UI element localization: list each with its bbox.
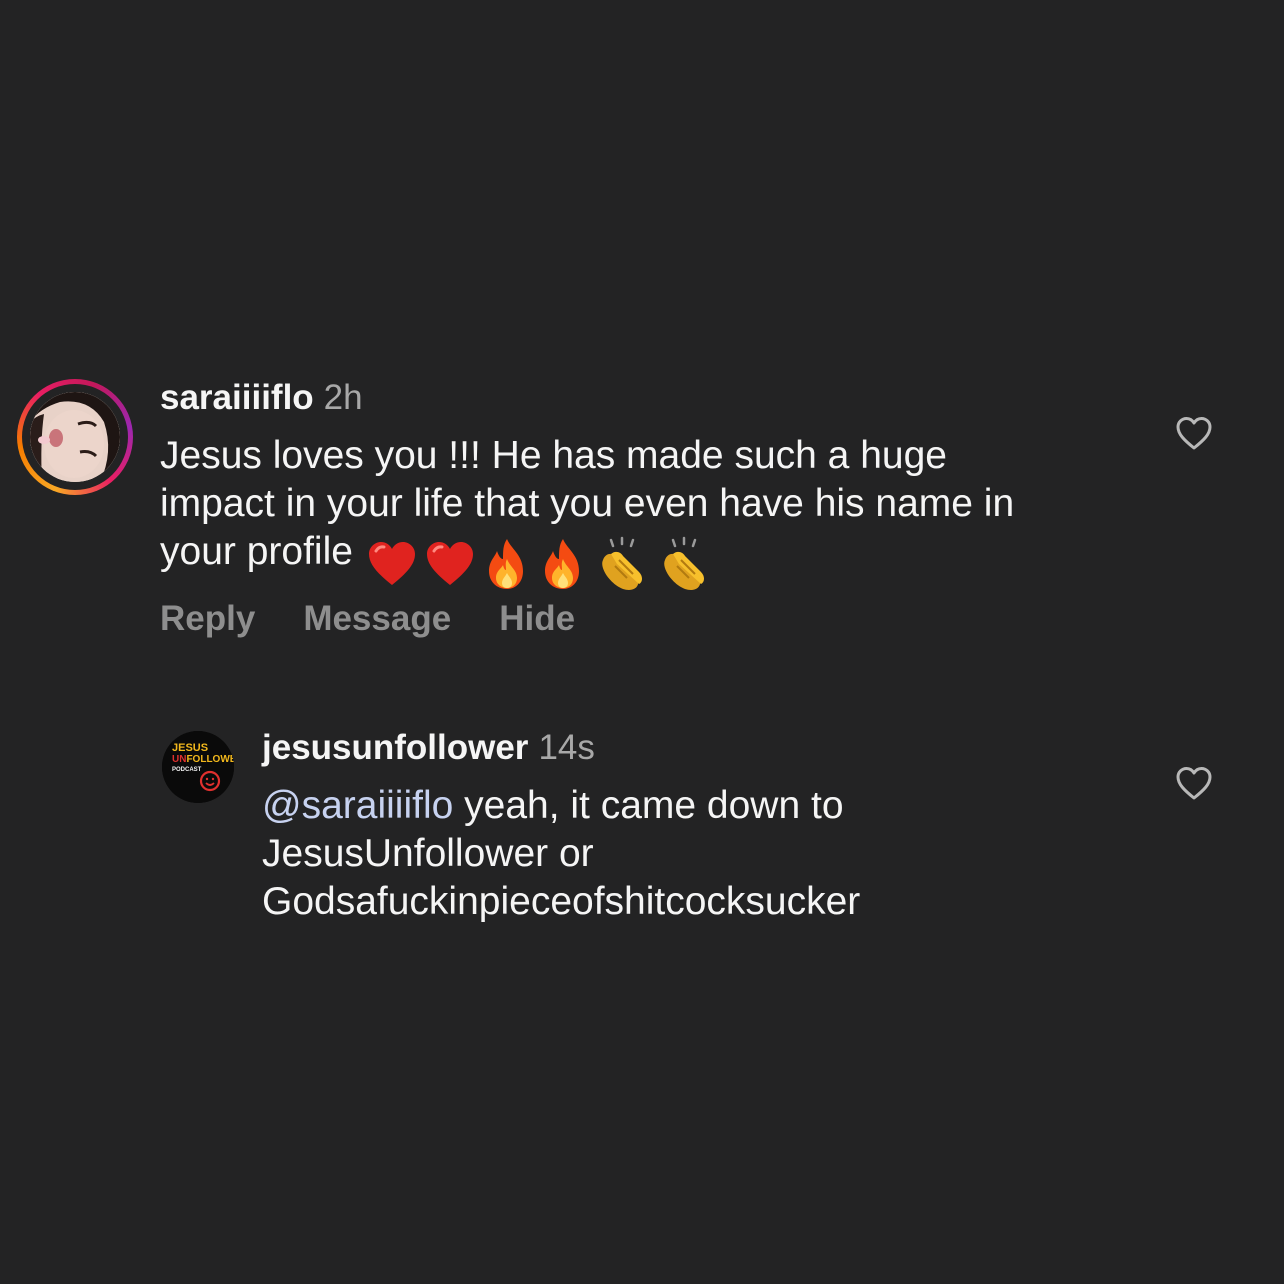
comment-line: your profile bbox=[160, 530, 353, 573]
fire-icon bbox=[488, 538, 523, 589]
mention-link[interactable]: @saraiiiiflo bbox=[262, 784, 453, 827]
timestamp: 2h bbox=[323, 378, 363, 417]
logo-text: UNFOLLOWER bbox=[172, 754, 234, 765]
username[interactable]: jesusunfollower bbox=[262, 728, 528, 767]
comment-line: Jesus loves you !!! He has made such a h… bbox=[160, 434, 947, 477]
comment-text: yeah, it came down to bbox=[453, 784, 844, 827]
username[interactable]: saraiiiiflo bbox=[160, 378, 314, 417]
fire-icon bbox=[544, 538, 579, 589]
comment-line-with-emojis: your profile bbox=[160, 528, 1140, 592]
heart-icon[interactable] bbox=[1174, 764, 1214, 804]
avatar-story-ring[interactable] bbox=[17, 379, 133, 495]
comment-line: impact in your life that you even have h… bbox=[160, 482, 1015, 525]
message-button[interactable]: Message bbox=[303, 599, 451, 638]
clapping-hands-icon bbox=[602, 536, 642, 590]
comment-line: @saraiiiiflo yeah, it came down to bbox=[262, 782, 1142, 830]
reply-button[interactable]: Reply bbox=[160, 599, 255, 638]
emoji-row bbox=[367, 536, 719, 592]
avatar[interactable]: JESUS UNFOLLOWER PODCAST bbox=[162, 731, 234, 803]
comment-header: jesusunfollower 14s bbox=[262, 728, 595, 768]
logo-text: JESUS bbox=[172, 742, 208, 754]
comment-actions: Reply Message Hide bbox=[160, 598, 623, 640]
avatar bbox=[30, 392, 120, 482]
comment-body: Jesus loves you !!! He has made such a h… bbox=[160, 432, 1140, 592]
comment-saraiiiiflo: saraiiiiflo 2h Jesus loves you !!! He has… bbox=[0, 372, 1284, 652]
comment-line: Godsafuckinpieceofshitcocksucker bbox=[262, 880, 861, 923]
logo-text: PODCAST bbox=[172, 767, 202, 773]
heart-icon[interactable] bbox=[1174, 414, 1214, 454]
clapping-hands-icon bbox=[664, 536, 704, 590]
comment-header: saraiiiiflo 2h bbox=[160, 378, 363, 418]
red-heart-icon bbox=[426, 541, 473, 585]
comment-jesusunfollower: JESUS UNFOLLOWER PODCAST jesusunfollower… bbox=[0, 722, 1284, 942]
timestamp: 14s bbox=[538, 728, 595, 767]
hide-button[interactable]: Hide bbox=[499, 599, 575, 638]
comment-line: JesusUnfollower or bbox=[262, 832, 594, 875]
red-heart-icon bbox=[368, 541, 415, 585]
comment-body: @saraiiiiflo yeah, it came down to Jesus… bbox=[262, 782, 1142, 926]
